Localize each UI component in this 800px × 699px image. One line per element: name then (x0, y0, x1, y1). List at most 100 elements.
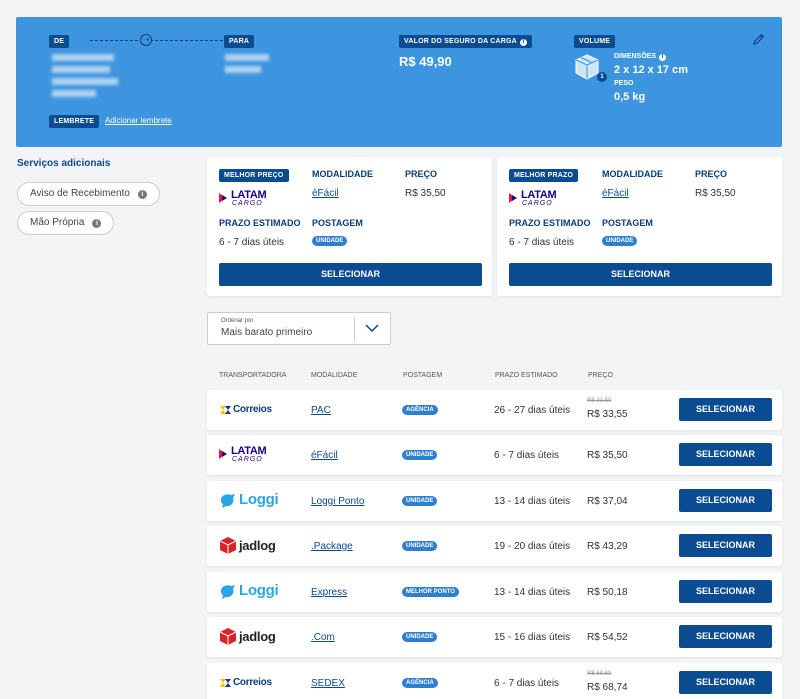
column-header-price: PREÇO (588, 372, 613, 379)
insurance-label: VALOR DO SEGURO DA CARGA i (399, 35, 532, 48)
weight-value: 0,5 kg (614, 91, 646, 103)
to-address-blurred (225, 66, 261, 73)
sort-label: Ordenar por (221, 318, 254, 324)
table-row: Loggi Loggi Ponto UNIDADE 13 - 14 dias ú… (207, 481, 782, 521)
select-button[interactable]: SELECIONAR (679, 580, 772, 603)
add-reminder-link[interactable]: Adicionar lembrete (105, 116, 172, 125)
correios-logo: Correios (219, 675, 279, 691)
from-address-blurred (52, 78, 118, 85)
price-value: R$ 33,55 (587, 409, 628, 420)
price-value: R$ 37,04 (587, 496, 628, 507)
best-price-card: MELHOR PREÇO LATAM CARGO MODALIDADE éFác… (207, 157, 492, 296)
loggi-mark-icon (221, 585, 235, 599)
select-button[interactable]: SELECIONAR (679, 625, 772, 648)
table-row: Correios PAC AGÊNCIA 26 - 27 dias úteis … (207, 390, 782, 430)
chevron-down-icon[interactable] (364, 322, 380, 334)
posting-tag: UNIDADE (402, 632, 438, 642)
old-price: R$ 68,69 (587, 671, 612, 677)
deadline-value: 13 - 14 dias úteis (494, 496, 571, 507)
latam-cargo-logo: LATAM CARGO (218, 444, 278, 466)
jadlog-mark-icon (219, 628, 237, 645)
select-button[interactable]: SELECIONAR (679, 671, 772, 694)
price-value: R$ 68,74 (587, 682, 628, 693)
sort-select[interactable]: Ordenar por Mais barato primeiro (207, 312, 391, 345)
best-deadline-badge: MELHOR PRAZO (509, 169, 579, 182)
shipment-summary-header: DE ➝ PARA VALOR DO SEGURO DA CARGA i R$ 4… (16, 17, 782, 147)
info-icon[interactable]: i (92, 219, 102, 228)
sort-divider (354, 317, 355, 341)
jadlog-logo: jadlog (219, 536, 279, 558)
info-icon[interactable]: i (137, 190, 147, 199)
volume-label: VOLUME (574, 35, 616, 48)
from-address-blurred (52, 66, 110, 73)
deadline-label: PRAZO ESTIMADO (219, 218, 301, 228)
posting-tag: UNIDADE (312, 236, 348, 246)
correios-mark-icon (220, 679, 231, 687)
weight-label: PESO (614, 80, 634, 87)
price-value: R$ 35,50 (405, 188, 446, 199)
price-label: PREÇO (405, 169, 438, 179)
select-button[interactable]: SELECIONAR (679, 489, 772, 512)
modality-link[interactable]: SEDEX (311, 678, 345, 689)
modality-link[interactable]: Loggi Ponto (311, 496, 364, 507)
deadline-label: PRAZO ESTIMADO (509, 218, 591, 228)
latam-mark-icon (219, 449, 227, 459)
table-row: Loggi Express MELHOR PONTO 13 - 14 dias … (207, 572, 782, 612)
modality-link[interactable]: Express (311, 587, 347, 598)
select-button[interactable]: SELECIONAR (219, 263, 482, 286)
modality-label: MODALIDADE (312, 169, 373, 179)
modality-link[interactable]: PAC (311, 405, 331, 416)
info-icon[interactable]: i (519, 39, 527, 46)
price-label: PREÇO (695, 169, 728, 179)
dimensions-label: DIMENSÕES i (614, 53, 667, 61)
loggi-logo: Loggi (219, 582, 279, 604)
reminder-label: LEMBRETE (49, 115, 100, 128)
modality-link[interactable]: .Com (311, 632, 335, 643)
latam-cargo-logo: LATAM CARGO (508, 188, 568, 210)
sort-value: Mais barato primeiro (221, 327, 313, 338)
to-label: PARA (224, 35, 255, 48)
posting-tag: AGÊNCIA (402, 678, 438, 688)
select-button[interactable]: SELECIONAR (679, 534, 772, 557)
modality-link[interactable]: éFácil (602, 188, 629, 199)
column-header-modality: MODALIDADE (311, 372, 358, 379)
correios-mark-icon (220, 406, 231, 414)
deadline-value: 26 - 27 dias úteis (494, 405, 571, 416)
deadline-value: 6 - 7 dias úteis (494, 450, 560, 461)
mao-propria-toggle[interactable]: Mão Própria i (17, 211, 115, 235)
price-value: R$ 54,52 (587, 632, 628, 643)
aviso-recebimento-toggle[interactable]: Aviso de Recebimento i (17, 182, 160, 206)
modality-link[interactable]: éFácil (312, 188, 339, 199)
pencil-icon[interactable] (752, 32, 766, 46)
loggi-mark-icon (221, 494, 235, 508)
to-address-blurred (225, 54, 269, 61)
jadlog-mark-icon (219, 537, 237, 554)
select-button[interactable]: SELECIONAR (679, 398, 772, 421)
select-button[interactable]: SELECIONAR (509, 263, 772, 286)
deadline-value: 19 - 20 dias úteis (494, 541, 571, 552)
price-value: R$ 35,50 (587, 450, 628, 461)
deadline-value: 15 - 16 dias úteis (494, 632, 571, 643)
posting-tag: MELHOR PONTO (402, 587, 459, 597)
latam-mark-icon (219, 193, 227, 203)
volume-count-badge: 1 (597, 72, 607, 82)
latam-mark-icon (509, 193, 517, 203)
modality-link[interactable]: .Package (311, 541, 353, 552)
posting-tag: UNIDADE (402, 541, 438, 551)
price-value: R$ 35,50 (695, 188, 736, 199)
table-row: LATAM CARGO éFácil UNIDADE 6 - 7 dias út… (207, 435, 782, 475)
from-address-blurred (52, 54, 114, 61)
correios-logo: Correios (219, 402, 279, 418)
arrow-right-icon: ➝ (140, 34, 152, 46)
select-button[interactable]: SELECIONAR (679, 443, 772, 466)
deadline-value: 6 - 7 dias úteis (509, 237, 575, 248)
best-deadline-card: MELHOR PRAZO LATAM CARGO MODALIDADE éFác… (497, 157, 782, 296)
column-header-posting: POSTAGEM (403, 372, 443, 379)
posting-tag: UNIDADE (402, 450, 438, 460)
modality-link[interactable]: éFácil (311, 450, 338, 461)
price-value: R$ 43,29 (587, 541, 628, 552)
posting-tag: AGÊNCIA (402, 405, 438, 415)
latam-cargo-logo: LATAM CARGO (218, 188, 278, 210)
info-icon[interactable]: i (659, 54, 667, 61)
additional-services-title: Serviços adicionais (17, 158, 111, 169)
